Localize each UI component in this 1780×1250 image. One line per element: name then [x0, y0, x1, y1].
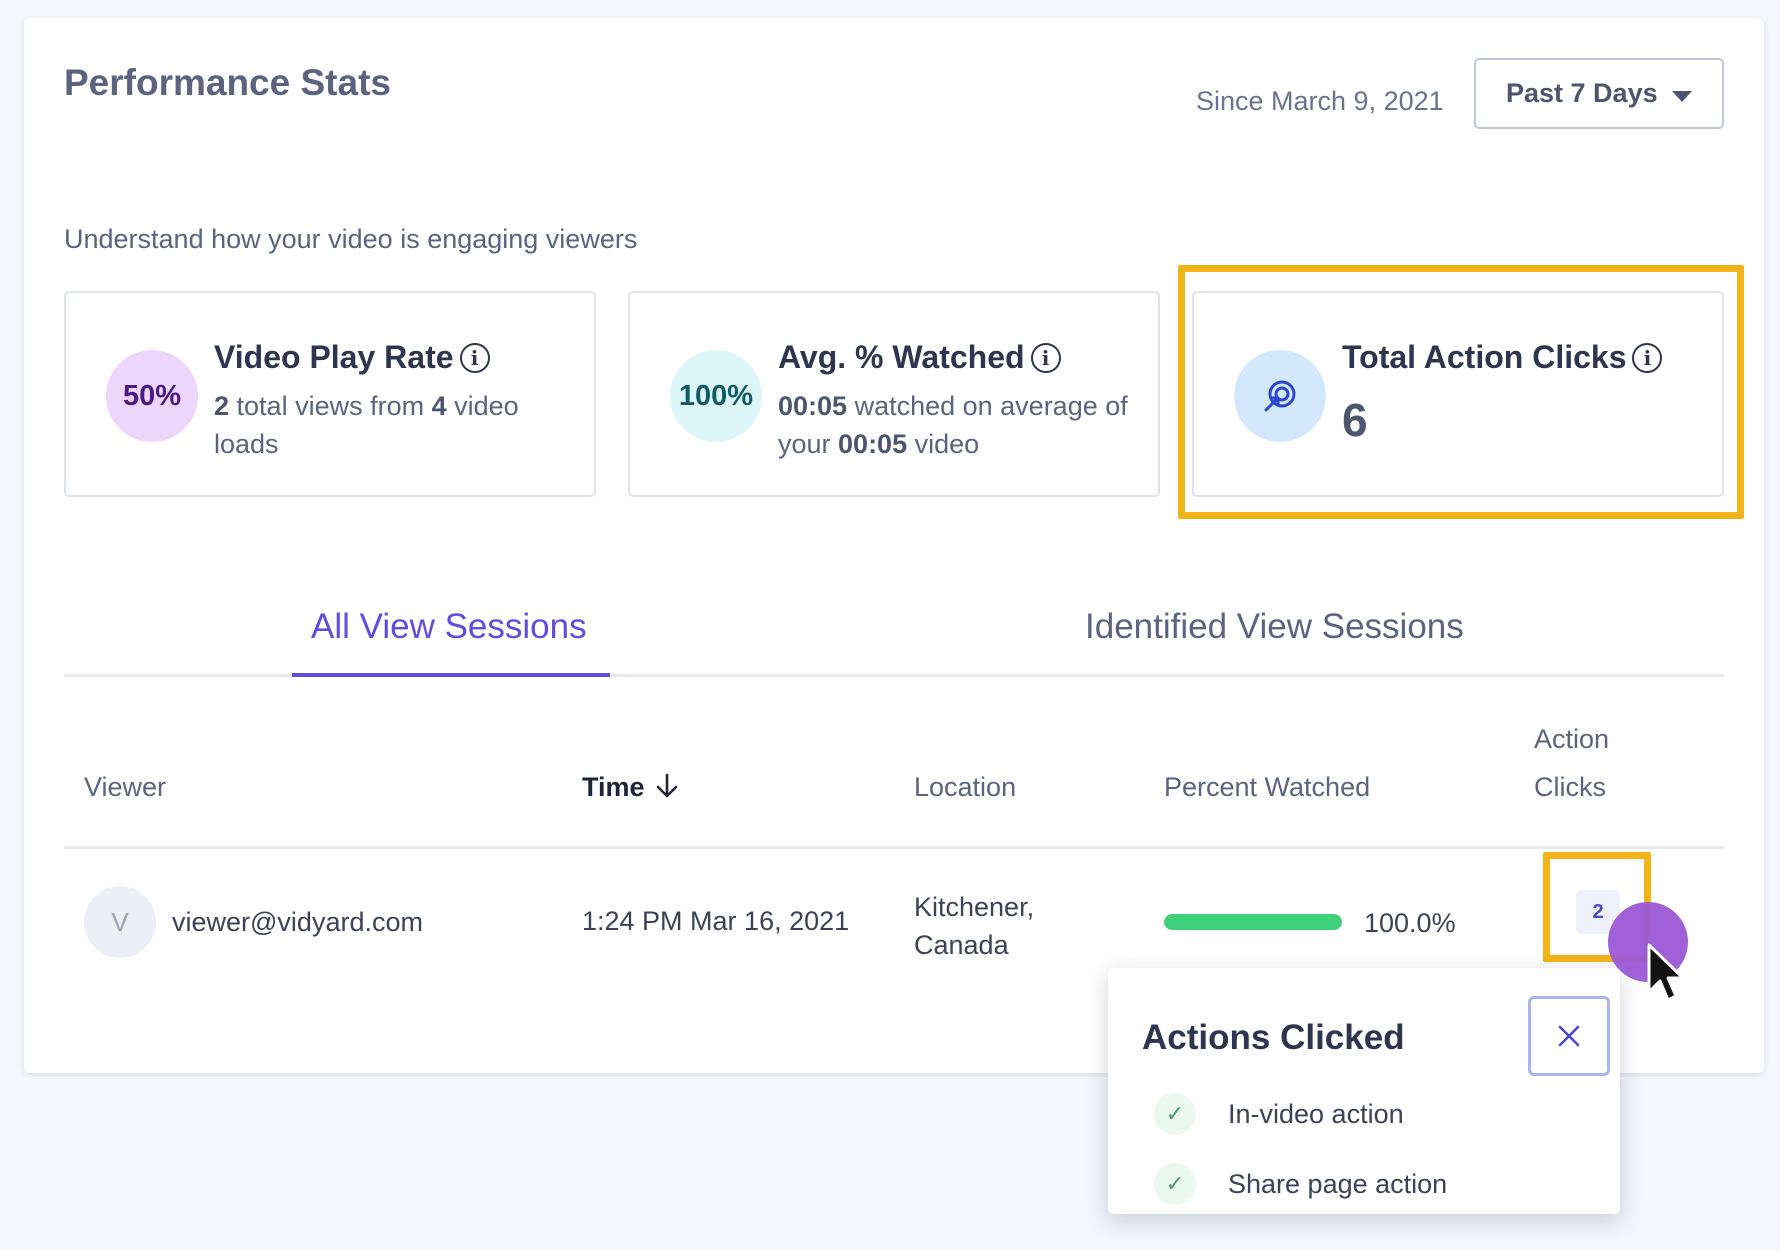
percent-watched-fill — [1164, 914, 1342, 930]
date-range-value: Past 7 Days — [1506, 78, 1658, 108]
video-play-rate-card: 50% Video Play Rate i 2 total views from … — [64, 291, 596, 497]
column-header-clicks: Clicks — [1534, 772, 1606, 802]
session-time: 1:24 PM Mar 16, 2021 — [582, 906, 850, 936]
since-date: Since March 9, 2021 — [1196, 86, 1444, 116]
viewer-email[interactable]: viewer@vidyard.com — [172, 907, 423, 938]
column-header-percent-watched: Percent Watched — [1164, 772, 1371, 802]
close-icon — [1558, 1025, 1580, 1047]
caret-down-icon — [1672, 91, 1692, 102]
column-header-location: Location — [914, 772, 1017, 802]
column-header-time[interactable]: Time — [582, 772, 678, 803]
avatar: V — [84, 886, 156, 958]
play-rate-badge: 50% — [106, 350, 198, 442]
card-title: Video Play Rate i — [214, 339, 490, 376]
column-header-viewer: Viewer — [84, 772, 167, 802]
column-header-action: Action — [1534, 724, 1610, 754]
percent-watched-bar — [1164, 914, 1342, 930]
check-icon: ✓ — [1154, 1163, 1196, 1205]
close-button[interactable] — [1528, 996, 1610, 1076]
list-item: ✓ Share page action — [1154, 1162, 1447, 1206]
avg-watched-badge: 100% — [670, 350, 762, 442]
session-location: Kitchener, Canada — [914, 892, 1035, 960]
tab-all-view-sessions[interactable]: All View Sessions — [311, 607, 587, 647]
page-title: Performance Stats — [64, 62, 391, 103]
active-tab-indicator — [292, 673, 610, 677]
card-description: 2 total views from 4 video loads — [214, 391, 519, 459]
mouse-cursor-icon — [1647, 943, 1685, 1002]
section-subtitle: Understand how your video is engaging vi… — [64, 224, 638, 254]
card-title: Avg. % Watched i — [778, 339, 1061, 376]
arrow-down-icon — [656, 773, 678, 798]
list-item: ✓ In-video action — [1154, 1092, 1404, 1136]
card-description: 00:05 watched on average of your 00:05 v… — [778, 391, 1128, 459]
info-icon[interactable]: i — [1030, 343, 1061, 373]
check-icon: ✓ — [1154, 1093, 1196, 1135]
avg-watched-card: 100% Avg. % Watched i 00:05 watched on av… — [628, 291, 1160, 497]
highlight-box — [1178, 265, 1744, 519]
header-divider — [64, 846, 1724, 849]
date-range-select[interactable]: Past 7 Days — [1474, 58, 1724, 129]
tab-identified-view-sessions[interactable]: Identified View Sessions — [1085, 607, 1464, 647]
actions-clicked-popover: Actions Clicked ✓ In-video action ✓ Shar… — [1108, 968, 1620, 1214]
popover-title: Actions Clicked — [1142, 1018, 1405, 1057]
percent-watched-value: 100.0% — [1364, 908, 1456, 938]
info-icon[interactable]: i — [459, 343, 490, 373]
